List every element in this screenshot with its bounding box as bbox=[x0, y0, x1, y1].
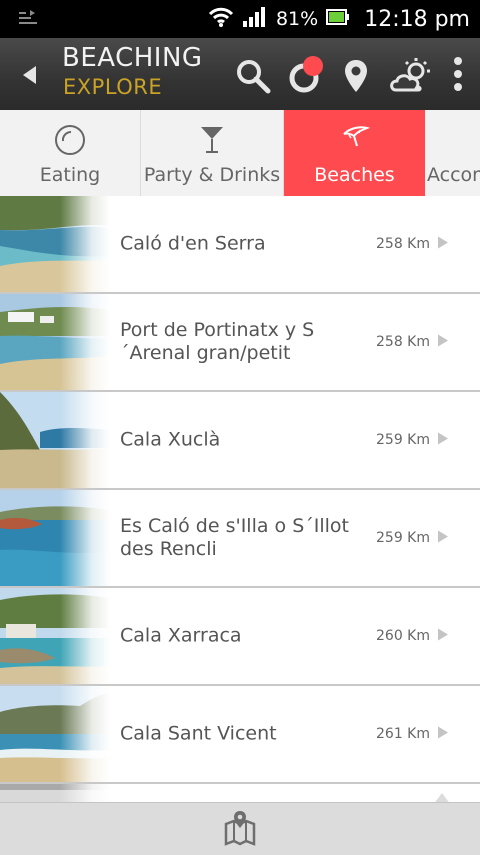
cocktail-icon bbox=[199, 124, 225, 158]
beach-thumbnail bbox=[0, 784, 110, 804]
beach-thumbnail bbox=[0, 490, 110, 586]
beach-distance: 260 Km bbox=[376, 628, 430, 644]
list-item[interactable]: Caló d'en Serra 258 Km bbox=[0, 196, 480, 294]
beach-name: Cala Xarraca bbox=[120, 624, 242, 647]
beach-thumbnail bbox=[0, 686, 110, 782]
tab-accommodation[interactable]: Accommodation bbox=[425, 110, 480, 196]
beach-name: Cala Sant Vicent bbox=[120, 722, 277, 745]
beach-name: Es Caló de s'Illa o S´Illot des Rencli bbox=[120, 515, 350, 560]
usb-debug-icon bbox=[18, 9, 38, 33]
list-item[interactable] bbox=[0, 784, 480, 804]
beach-thumbnail bbox=[0, 196, 110, 292]
tab-label: Beaches bbox=[314, 164, 395, 186]
battery-percent: 81% bbox=[275, 8, 319, 30]
umbrella-icon bbox=[340, 124, 370, 158]
beach-name: Caló d'en Serra bbox=[120, 232, 266, 255]
weather-icon[interactable] bbox=[388, 56, 434, 100]
tab-label: Party & Drinks bbox=[143, 164, 281, 186]
section-subtitle: EXPLORE bbox=[63, 75, 163, 99]
status-bar: 81% 12:18 pm bbox=[0, 0, 480, 38]
chevron-right-icon bbox=[437, 235, 449, 254]
list-item[interactable]: Es Caló de s'Illa o S´Illot des Rencli 2… bbox=[0, 490, 480, 588]
beach-distance: 259 Km bbox=[376, 530, 430, 546]
beach-distance: 258 Km bbox=[376, 334, 430, 350]
location-icon[interactable] bbox=[343, 58, 369, 98]
beach-list: Caló d'en Serra 258 Km Port de Portinatx… bbox=[0, 196, 480, 804]
beach-distance: 259 Km bbox=[376, 432, 430, 448]
chevron-right-icon bbox=[437, 627, 449, 646]
list-item[interactable]: Cala Xarraca 260 Km bbox=[0, 588, 480, 686]
more-icon[interactable] bbox=[452, 56, 464, 96]
chevron-right-icon bbox=[437, 333, 449, 352]
tab-beaches[interactable]: Beaches bbox=[284, 110, 425, 196]
action-bar: BEACHING EXPLORE bbox=[0, 38, 480, 110]
beach-thumbnail bbox=[0, 588, 110, 684]
chevron-right-icon bbox=[437, 529, 449, 548]
beach-thumbnail bbox=[0, 392, 110, 488]
tab-party-drinks[interactable]: Party & Drinks bbox=[141, 110, 284, 196]
chevron-right-icon bbox=[437, 725, 449, 744]
back-icon[interactable] bbox=[20, 65, 40, 89]
notification-badge bbox=[303, 56, 323, 76]
chevron-right-icon bbox=[437, 431, 449, 450]
map-icon[interactable] bbox=[224, 810, 256, 850]
beach-distance: 258 Km bbox=[376, 236, 430, 252]
category-tabs: Eating Party & Drinks Beaches Accommodat… bbox=[0, 110, 480, 197]
beach-name: Port de Portinatx y S ´Arenal gran/petit bbox=[120, 319, 315, 364]
battery-icon bbox=[326, 8, 350, 30]
list-item[interactable]: Port de Portinatx y S ´Arenal gran/petit… bbox=[0, 294, 480, 392]
beach-distance: 261 Km bbox=[376, 726, 430, 742]
app-title: BEACHING bbox=[62, 43, 203, 73]
list-item[interactable]: Cala Xuclà 259 Km bbox=[0, 392, 480, 490]
search-icon[interactable] bbox=[235, 58, 271, 98]
clock: 12:18 pm bbox=[364, 6, 470, 32]
signal-icon bbox=[242, 6, 268, 32]
tab-label: Accommodation bbox=[427, 164, 480, 186]
tab-label: Eating bbox=[39, 164, 101, 186]
beach-name: Cala Xuclà bbox=[120, 428, 221, 451]
tab-eating[interactable]: Eating bbox=[0, 110, 141, 196]
wifi-icon bbox=[208, 6, 234, 32]
beach-thumbnail bbox=[0, 294, 110, 390]
plate-icon bbox=[54, 124, 86, 160]
list-item[interactable]: Cala Sant Vicent 261 Km bbox=[0, 686, 480, 784]
